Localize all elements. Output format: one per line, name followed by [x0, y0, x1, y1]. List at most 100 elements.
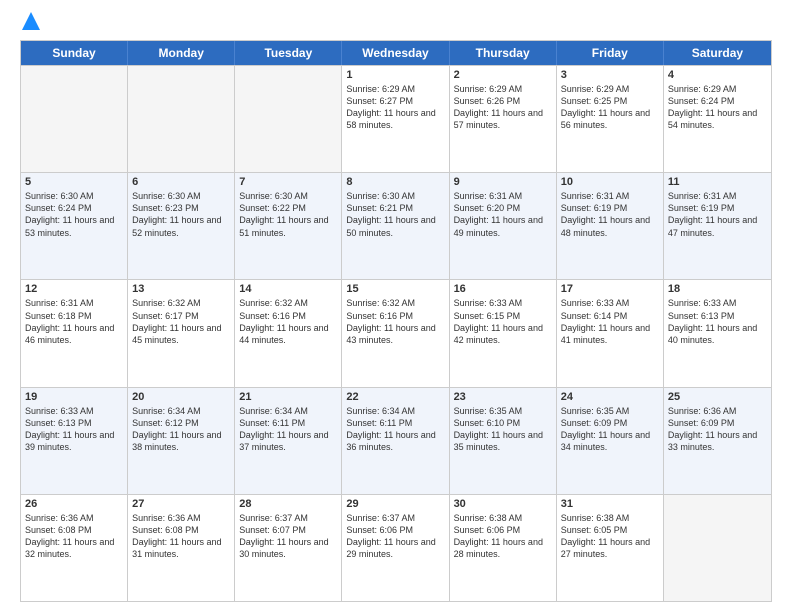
day-number: 14: [239, 283, 337, 295]
empty-cell: [128, 66, 235, 172]
day-number: 26: [25, 498, 123, 510]
day-info: Sunrise: 6:37 AM Sunset: 6:07 PM Dayligh…: [239, 512, 337, 561]
day-info: Sunrise: 6:31 AM Sunset: 6:18 PM Dayligh…: [25, 297, 123, 346]
day-number: 8: [346, 176, 444, 188]
day-cell-30: 30 Sunrise: 6:38 AM Sunset: 6:06 PM Dayli…: [450, 495, 557, 601]
day-number: 20: [132, 391, 230, 403]
day-info: Sunrise: 6:34 AM Sunset: 6:11 PM Dayligh…: [239, 405, 337, 454]
day-info: Sunrise: 6:29 AM Sunset: 6:24 PM Dayligh…: [668, 83, 767, 132]
day-number: 9: [454, 176, 552, 188]
day-number: 30: [454, 498, 552, 510]
day-info: Sunrise: 6:30 AM Sunset: 6:24 PM Dayligh…: [25, 190, 123, 239]
day-info: Sunrise: 6:32 AM Sunset: 6:16 PM Dayligh…: [239, 297, 337, 346]
day-info: Sunrise: 6:33 AM Sunset: 6:15 PM Dayligh…: [454, 297, 552, 346]
day-info: Sunrise: 6:33 AM Sunset: 6:13 PM Dayligh…: [25, 405, 123, 454]
day-number: 19: [25, 391, 123, 403]
day-number: 7: [239, 176, 337, 188]
calendar-row-5: 26 Sunrise: 6:36 AM Sunset: 6:08 PM Dayli…: [21, 494, 771, 601]
day-info: Sunrise: 6:38 AM Sunset: 6:05 PM Dayligh…: [561, 512, 659, 561]
day-number: 2: [454, 69, 552, 81]
header-day-thursday: Thursday: [450, 41, 557, 65]
day-cell-8: 8Sunrise: 6:30 AM Sunset: 6:21 PM Daylig…: [342, 173, 449, 279]
day-info: Sunrise: 6:32 AM Sunset: 6:16 PM Dayligh…: [346, 297, 444, 346]
day-info: Sunrise: 6:38 AM Sunset: 6:06 PM Dayligh…: [454, 512, 552, 561]
day-number: 6: [132, 176, 230, 188]
day-cell-7: 7Sunrise: 6:30 AM Sunset: 6:22 PM Daylig…: [235, 173, 342, 279]
day-cell-20: 20 Sunrise: 6:34 AM Sunset: 6:12 PM Dayli…: [128, 388, 235, 494]
empty-cell: [235, 66, 342, 172]
day-info: Sunrise: 6:36 AM Sunset: 6:08 PM Dayligh…: [132, 512, 230, 561]
day-number: 16: [454, 283, 552, 295]
header-day-monday: Monday: [128, 41, 235, 65]
calendar: SundayMondayTuesdayWednesdayThursdayFrid…: [20, 40, 772, 602]
day-number: 27: [132, 498, 230, 510]
day-cell-14: 14 Sunrise: 6:32 AM Sunset: 6:16 PM Dayli…: [235, 280, 342, 386]
day-cell-22: 22 Sunrise: 6:34 AM Sunset: 6:11 PM Dayli…: [342, 388, 449, 494]
day-info: Sunrise: 6:34 AM Sunset: 6:11 PM Dayligh…: [346, 405, 444, 454]
day-number: 15: [346, 283, 444, 295]
day-info: Sunrise: 6:29 AM Sunset: 6:26 PM Dayligh…: [454, 83, 552, 132]
header-day-friday: Friday: [557, 41, 664, 65]
day-cell-29: 29 Sunrise: 6:37 AM Sunset: 6:06 PM Dayli…: [342, 495, 449, 601]
day-number: 29: [346, 498, 444, 510]
day-info: Sunrise: 6:32 AM Sunset: 6:17 PM Dayligh…: [132, 297, 230, 346]
day-cell-26: 26 Sunrise: 6:36 AM Sunset: 6:08 PM Dayli…: [21, 495, 128, 601]
day-number: 17: [561, 283, 659, 295]
day-number: 1: [346, 69, 444, 81]
day-cell-16: 16 Sunrise: 6:33 AM Sunset: 6:15 PM Dayli…: [450, 280, 557, 386]
day-number: 24: [561, 391, 659, 403]
day-cell-1: 1 Sunrise: 6:29 AM Sunset: 6:27 PM Daylig…: [342, 66, 449, 172]
day-cell-4: 4 Sunrise: 6:29 AM Sunset: 6:24 PM Daylig…: [664, 66, 771, 172]
day-cell-19: 19 Sunrise: 6:33 AM Sunset: 6:13 PM Dayli…: [21, 388, 128, 494]
day-cell-12: 12 Sunrise: 6:31 AM Sunset: 6:18 PM Dayli…: [21, 280, 128, 386]
day-cell-23: 23Sunrise: 6:35 AM Sunset: 6:10 PM Dayli…: [450, 388, 557, 494]
header-day-wednesday: Wednesday: [342, 41, 449, 65]
day-number: 3: [561, 69, 659, 81]
day-info: Sunrise: 6:36 AM Sunset: 6:09 PM Dayligh…: [668, 405, 767, 454]
day-cell-28: 28 Sunrise: 6:37 AM Sunset: 6:07 PM Dayli…: [235, 495, 342, 601]
day-cell-25: 25 Sunrise: 6:36 AM Sunset: 6:09 PM Dayli…: [664, 388, 771, 494]
day-cell-24: 24 Sunrise: 6:35 AM Sunset: 6:09 PM Dayli…: [557, 388, 664, 494]
day-number: 5: [25, 176, 123, 188]
day-cell-3: 3 Sunrise: 6:29 AM Sunset: 6:25 PM Daylig…: [557, 66, 664, 172]
day-cell-2: 2 Sunrise: 6:29 AM Sunset: 6:26 PM Daylig…: [450, 66, 557, 172]
empty-cell: [21, 66, 128, 172]
header: [20, 16, 772, 30]
calendar-row-4: 19 Sunrise: 6:33 AM Sunset: 6:13 PM Dayli…: [21, 387, 771, 494]
day-info: Sunrise: 6:30 AM Sunset: 6:23 PM Dayligh…: [132, 190, 230, 239]
day-number: 12: [25, 283, 123, 295]
logo: [20, 16, 40, 30]
day-number: 28: [239, 498, 337, 510]
day-number: 21: [239, 391, 337, 403]
day-cell-21: 21 Sunrise: 6:34 AM Sunset: 6:11 PM Dayli…: [235, 388, 342, 494]
day-cell-11: 11Sunrise: 6:31 AM Sunset: 6:19 PM Dayli…: [664, 173, 771, 279]
calendar-row-2: 5 Sunrise: 6:30 AM Sunset: 6:24 PM Daylig…: [21, 172, 771, 279]
day-info: Sunrise: 6:31 AM Sunset: 6:20 PM Dayligh…: [454, 190, 552, 239]
day-info: Sunrise: 6:35 AM Sunset: 6:09 PM Dayligh…: [561, 405, 659, 454]
day-info: Sunrise: 6:36 AM Sunset: 6:08 PM Dayligh…: [25, 512, 123, 561]
day-cell-6: 6 Sunrise: 6:30 AM Sunset: 6:23 PM Daylig…: [128, 173, 235, 279]
day-number: 18: [668, 283, 767, 295]
day-cell-15: 15 Sunrise: 6:32 AM Sunset: 6:16 PM Dayli…: [342, 280, 449, 386]
day-number: 11: [668, 176, 767, 188]
day-cell-5: 5 Sunrise: 6:30 AM Sunset: 6:24 PM Daylig…: [21, 173, 128, 279]
day-info: Sunrise: 6:34 AM Sunset: 6:12 PM Dayligh…: [132, 405, 230, 454]
day-info: Sunrise: 6:33 AM Sunset: 6:14 PM Dayligh…: [561, 297, 659, 346]
header-day-tuesday: Tuesday: [235, 41, 342, 65]
day-info: Sunrise: 6:29 AM Sunset: 6:25 PM Dayligh…: [561, 83, 659, 132]
day-number: 4: [668, 69, 767, 81]
day-info: Sunrise: 6:33 AM Sunset: 6:13 PM Dayligh…: [668, 297, 767, 346]
day-info: Sunrise: 6:31 AM Sunset: 6:19 PM Dayligh…: [561, 190, 659, 239]
day-info: Sunrise: 6:29 AM Sunset: 6:27 PM Dayligh…: [346, 83, 444, 132]
day-cell-10: 10Sunrise: 6:31 AM Sunset: 6:19 PM Dayli…: [557, 173, 664, 279]
day-number: 23: [454, 391, 552, 403]
day-number: 25: [668, 391, 767, 403]
day-info: Sunrise: 6:37 AM Sunset: 6:06 PM Dayligh…: [346, 512, 444, 561]
day-number: 22: [346, 391, 444, 403]
logo-icon: [22, 12, 40, 30]
day-number: 13: [132, 283, 230, 295]
calendar-body: 1 Sunrise: 6:29 AM Sunset: 6:27 PM Daylig…: [21, 65, 771, 601]
day-cell-17: 17 Sunrise: 6:33 AM Sunset: 6:14 PM Dayli…: [557, 280, 664, 386]
calendar-row-3: 12 Sunrise: 6:31 AM Sunset: 6:18 PM Dayli…: [21, 279, 771, 386]
day-cell-13: 13 Sunrise: 6:32 AM Sunset: 6:17 PM Dayli…: [128, 280, 235, 386]
